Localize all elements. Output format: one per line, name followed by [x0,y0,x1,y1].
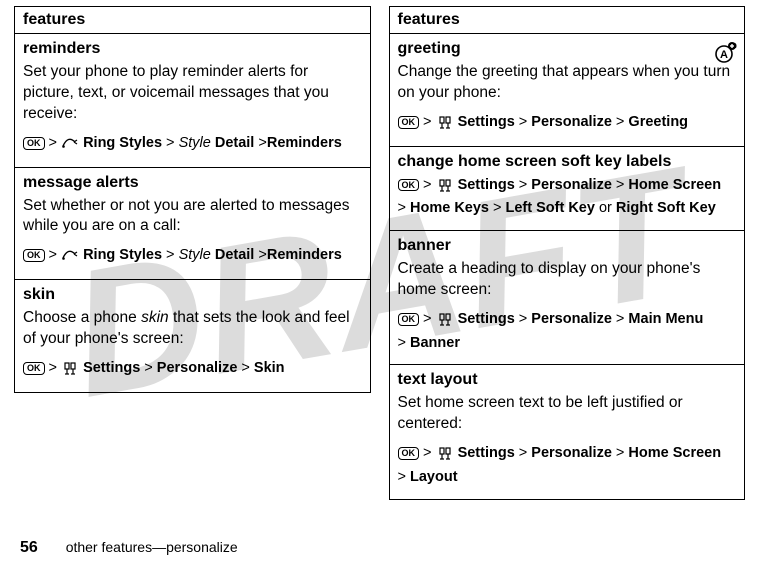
left-column: features reminders Set your phone to play… [14,6,371,500]
menu-path: OK > Settings > Personalize > Greeting [398,112,737,136]
feature-title: text layout [398,371,737,389]
features-table-left: features reminders Set your phone to play… [14,6,371,393]
column-header: features [15,7,371,34]
feature-title: change home screen soft key labels [398,153,737,171]
svg-text:A: A [720,49,728,61]
operator-feature-icon: A [714,40,738,69]
feature-description: Choose a phone skin that sets the look a… [23,308,362,350]
footer-text: other features—personalize [66,539,238,555]
feature-title: greeting [398,40,737,58]
feature-cell: A greeting Change the greeting that appea… [389,34,745,147]
feature-title: reminders [23,40,362,58]
feature-title: message alerts [23,174,362,192]
feature-cell: skin Choose a phone skin that sets the lo… [15,280,371,393]
feature-title: skin [23,286,362,304]
menu-path: OK > Settings > Personalize > Skin [23,358,362,382]
feature-cell: text layout Set home screen text to be le… [389,365,745,499]
feature-cell: banner Create a heading to display on you… [389,231,745,365]
feature-cell: message alerts Set whether or not you are… [15,167,371,280]
menu-path: OK > Ring Styles > Style Detail >Reminde… [23,133,362,157]
menu-path: OK > Settings > Personalize > Home Scree… [398,443,737,489]
feature-cell: reminders Set your phone to play reminder… [15,34,371,168]
feature-description: Change the greeting that appears when yo… [398,62,737,104]
page-number: 56 [20,539,38,556]
menu-path: OK > Settings > Personalize > Home Scree… [398,175,737,221]
feature-title: banner [398,237,737,255]
feature-cell: change home screen soft key labels OK > S… [389,146,745,231]
features-table-right: features A greeting Change the greeting t… [389,6,746,500]
menu-path: OK > Ring Styles > Style Detail >Reminde… [23,245,362,269]
menu-path: OK > Settings > Personalize > Main Menu … [398,309,737,355]
feature-description: Set whether or not you are alerted to me… [23,196,362,238]
feature-description: Set your phone to play reminder alerts f… [23,62,362,125]
right-column: features A greeting Change the greeting t… [389,6,746,500]
feature-description: Set home screen text to be left justifie… [398,393,737,435]
page-footer: 56 other features—personalize [20,539,238,557]
column-header: features [389,7,745,34]
feature-description: Create a heading to display on your phon… [398,259,737,301]
